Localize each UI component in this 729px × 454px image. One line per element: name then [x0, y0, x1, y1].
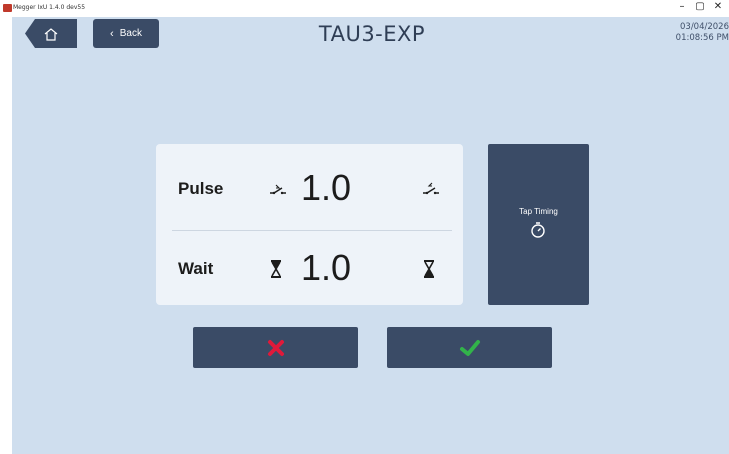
hourglass-empty-icon [271, 260, 281, 278]
datetime: 03/04/2026 01:08:56 PM [676, 22, 729, 44]
home-button[interactable] [25, 19, 77, 48]
window-titlebar: Megger IxU 1.4.0 dev55 – ▢ ✕ [0, 0, 729, 17]
x-icon [267, 339, 284, 356]
wait-value[interactable]: 1.0 [301, 247, 351, 289]
confirm-button[interactable] [387, 327, 552, 368]
pulse-value[interactable]: 1.0 [301, 167, 351, 209]
hourglass-full-icon [424, 260, 434, 278]
main-canvas: ‹ Back TAU3-EXP 03/04/2026 01:08:56 PM P… [12, 17, 729, 454]
settings-card: Pulse 1.0 Wait 1.0 [156, 144, 463, 305]
pulse-row: Pulse 1.0 [156, 154, 463, 224]
wait-row: Wait 1.0 [156, 234, 463, 304]
date: 03/04/2026 [680, 22, 729, 32]
switch-close-icon [423, 182, 439, 195]
app-icon [3, 4, 12, 12]
row-divider [172, 230, 452, 231]
minimize-button[interactable]: – [674, 1, 690, 12]
window-title: Megger IxU 1.4.0 dev55 [13, 4, 86, 11]
back-label: Back [119, 28, 142, 39]
back-button[interactable]: ‹ Back [93, 19, 159, 48]
stopwatch-icon [531, 222, 545, 238]
tap-timing-label: Tap Timing [519, 207, 558, 216]
close-window-button[interactable]: ✕ [710, 1, 726, 12]
switch-open-icon [270, 184, 286, 195]
maximize-button[interactable]: ▢ [692, 1, 708, 12]
wait-decrease-button[interactable] [265, 258, 287, 280]
check-icon [459, 339, 480, 356]
chevron-left-icon: ‹ [110, 27, 114, 40]
cancel-button[interactable] [193, 327, 358, 368]
home-icon [44, 27, 58, 41]
pulse-label: Pulse [178, 179, 224, 198]
time: 01:08:56 PM [675, 33, 729, 43]
wait-increase-button[interactable] [418, 258, 440, 280]
wait-label: Wait [178, 259, 214, 278]
page-title: TAU3-EXP [318, 22, 426, 46]
pulse-decrease-button[interactable] [267, 178, 289, 200]
tap-timing-button[interactable]: Tap Timing [488, 144, 589, 305]
pulse-increase-button[interactable] [420, 178, 442, 200]
